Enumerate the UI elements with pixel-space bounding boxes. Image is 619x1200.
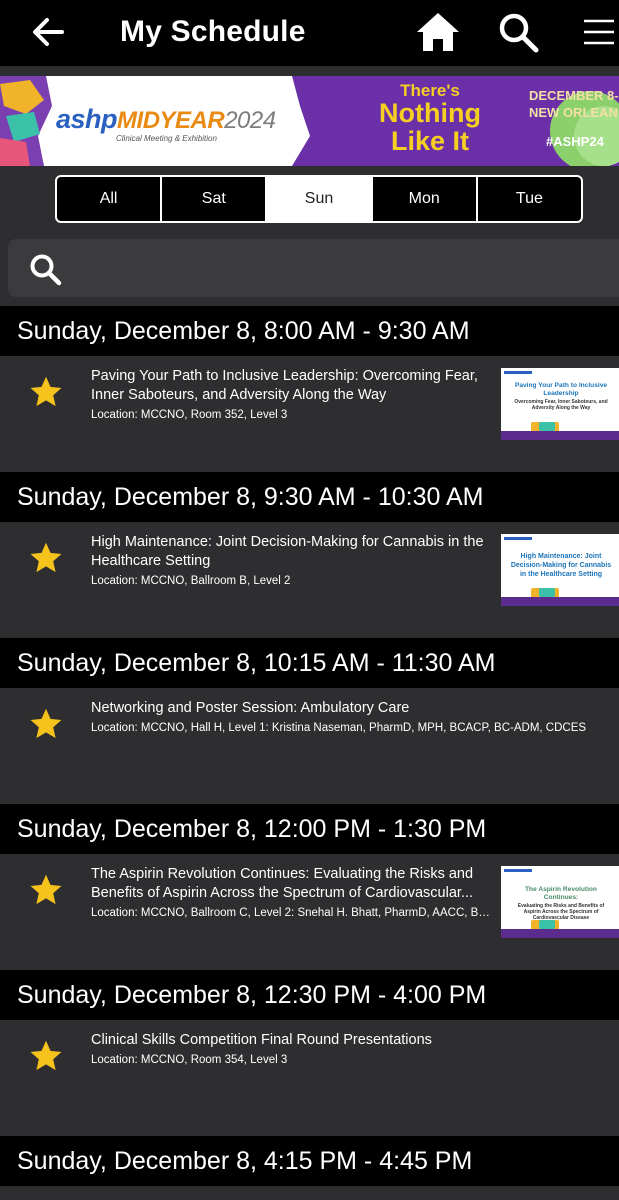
search-icon — [30, 254, 62, 286]
session-details: Paving Your Path to Inclusive Leadership… — [91, 367, 496, 423]
session-thumbnail: The Aspirin Revolution Continues: Evaluat… — [501, 866, 619, 938]
schedule-search-bar — [8, 239, 619, 297]
session-card[interactable]: The Aspirin Revolution Continues: Evalua… — [0, 854, 619, 970]
tab-tue[interactable]: Tue — [478, 177, 581, 221]
hamburger-menu-icon[interactable] — [580, 14, 616, 50]
search-icon[interactable] — [496, 10, 540, 54]
tab-sun[interactable]: Sun — [267, 177, 373, 221]
thumbnail-subtitle: Evaluating the Risks and Benefits of Asp… — [517, 903, 605, 921]
session-list: Sunday, December 8, 8:00 AM - 9:30 AM Pa… — [0, 306, 619, 1186]
thumbnail-title: High Maintenance: Joint Decision-Making … — [510, 553, 612, 578]
time-slot-header: Sunday, December 8, 10:15 AM - 11:30 AM — [0, 638, 619, 688]
banner-dates: DECEMBER 8-1 NEW ORLEAN — [529, 88, 619, 120]
session-title: Clinical Skills Competition Final Round … — [91, 1032, 432, 1048]
time-slot-header: Sunday, December 8, 12:30 PM - 4:00 PM — [0, 970, 619, 1020]
tab-sat[interactable]: Sat — [162, 177, 268, 221]
session-location: Location: MCCNO, Room 352, Level 3 — [91, 409, 288, 421]
page-title: My Schedule — [120, 15, 306, 48]
star-icon[interactable] — [28, 872, 64, 908]
session-thumbnail: Paving Your Path to Inclusive Leadership… — [501, 368, 619, 440]
brand-logo: ashpMIDYEAR2024 — [56, 104, 276, 134]
session-card[interactable]: Networking and Poster Session: Ambulator… — [0, 688, 619, 804]
session-details: High Maintenance: Joint Decision-Making … — [91, 533, 496, 589]
session-card[interactable]: Paving Your Path to Inclusive Leadership… — [0, 356, 619, 472]
star-icon[interactable] — [28, 1038, 64, 1074]
thumbnail-subtitle: Overcoming Fear, Inner Saboteurs, and Ad… — [514, 399, 608, 411]
home-icon[interactable] — [414, 10, 462, 54]
session-details: Networking and Poster Session: Ambulator… — [91, 699, 611, 736]
session-location: Location: MCCNO, Ballroom C, Level 2: Sn… — [91, 907, 496, 919]
session-location: Location: MCCNO, Ballroom B, Level 2 — [91, 575, 291, 587]
time-slot-header: Sunday, December 8, 8:00 AM - 9:30 AM — [0, 306, 619, 356]
session-card[interactable]: High Maintenance: Joint Decision-Making … — [0, 522, 619, 638]
top-app-bar: My Schedule — [0, 0, 619, 66]
session-location: Location: MCCNO, Room 354, Level 3 — [91, 1054, 288, 1066]
star-icon[interactable] — [28, 374, 64, 410]
time-slot-header: Sunday, December 8, 4:15 PM - 4:45 PM — [0, 1136, 619, 1186]
day-filter-tabs: All Sat Sun Mon Tue — [55, 175, 583, 223]
event-banner[interactable]: ashpMIDYEAR2024 Clinical Meeting & Exhib… — [0, 76, 619, 166]
banner-tagline: Clinical Meeting & Exhibition — [116, 134, 217, 143]
session-thumbnail: High Maintenance: Joint Decision-Making … — [501, 534, 619, 606]
banner-hashtag: #ASHP24 — [546, 134, 604, 149]
star-icon[interactable] — [28, 706, 64, 742]
thumbnail-title: The Aspirin Revolution Continues: — [525, 886, 597, 901]
session-location: Location: MCCNO, Hall H, Level 1: Kristi… — [91, 722, 587, 734]
session-title: Networking and Poster Session: Ambulator… — [91, 700, 410, 716]
search-input[interactable] — [78, 249, 598, 287]
session-details: Clinical Skills Competition Final Round … — [91, 1031, 496, 1068]
star-icon[interactable] — [28, 540, 64, 576]
session-card[interactable]: Clinical Skills Competition Final Round … — [0, 1020, 619, 1136]
tab-mon[interactable]: Mon — [373, 177, 478, 221]
time-slot-header: Sunday, December 8, 9:30 AM - 10:30 AM — [0, 472, 619, 522]
session-title: Paving Your Path to Inclusive Leadership… — [91, 368, 478, 403]
arrow-left-icon[interactable] — [28, 12, 68, 52]
time-slot-header: Sunday, December 8, 12:00 PM - 1:30 PM — [0, 804, 619, 854]
banner-slogan: There's Nothing Like It — [379, 81, 481, 156]
session-details: The Aspirin Revolution Continues: Evalua… — [91, 865, 496, 921]
session-title: High Maintenance: Joint Decision-Making … — [91, 534, 484, 569]
tab-all[interactable]: All — [57, 177, 163, 221]
session-title: The Aspirin Revolution Continues: Evalua… — [91, 866, 474, 901]
thumbnail-title: Paving Your Path to Inclusive Leadership — [514, 382, 608, 397]
